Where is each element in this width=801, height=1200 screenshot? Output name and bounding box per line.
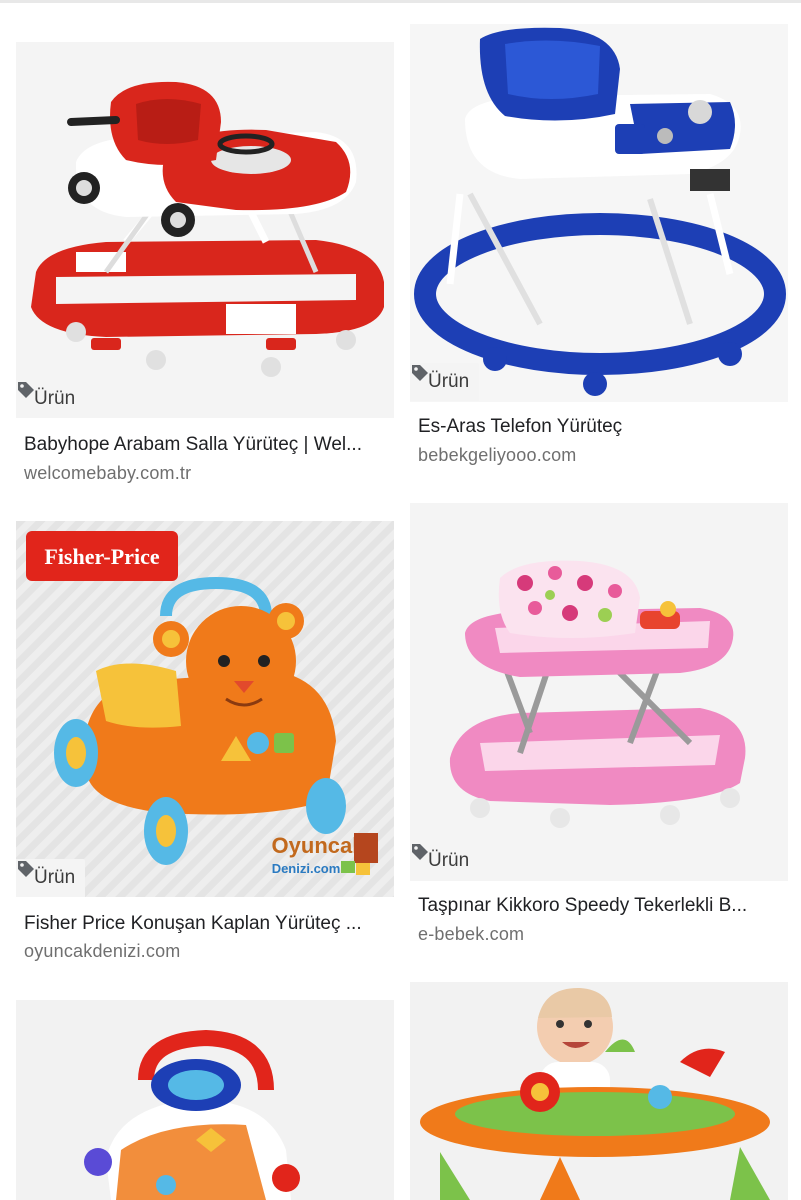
result-card-4[interactable]: Ürün Taşpınar Kikkoro Speedy Tekerlekli …: [410, 503, 788, 953]
result-title[interactable]: Babyhope Arabam Salla Yürüteç | Wel...: [24, 434, 386, 456]
result-source[interactable]: oyuncakdenizi.com: [24, 941, 180, 962]
watermark-text-2: Denizi.com: [272, 861, 341, 876]
product-image-tiger-walker[interactable]: Fisher-Price Oyuncak Denizi.com Ürün: [16, 521, 394, 897]
product-chip: Ürün: [410, 363, 480, 401]
product-image-activity-walker[interactable]: [16, 1000, 394, 1200]
product-image-red-walker[interactable]: Ürün: [16, 42, 394, 418]
product-image-pink-walker[interactable]: Ürün: [410, 503, 788, 881]
logo-text: Fisher-Price: [44, 544, 159, 569]
chip-label: Ürün: [428, 850, 470, 871]
chip-label: Ürün: [34, 867, 76, 888]
product-chip: Ürün: [16, 380, 86, 418]
product-image-blue-walker[interactable]: Ürün: [410, 24, 788, 402]
result-card-3[interactable]: Fisher-Price Oyuncak Denizi.com Ürün Fis…: [16, 521, 394, 971]
result-card-6[interactable]: [410, 982, 788, 1200]
watermark-text-1: Oyuncak: [272, 833, 366, 858]
product-chip: Ürün: [410, 842, 480, 880]
result-title[interactable]: Es-Aras Telefon Yürüteç: [418, 416, 780, 438]
product-image-activity-center[interactable]: [410, 982, 788, 1200]
result-source[interactable]: welcomebaby.com.tr: [24, 463, 191, 484]
result-title[interactable]: Fisher Price Konuşan Kaplan Yürüteç ...: [24, 913, 386, 935]
result-card-1[interactable]: Ürün Babyhope Arabam Salla Yürüteç | Wel…: [16, 42, 394, 492]
result-title[interactable]: Taşpınar Kikkoro Speedy Tekerlekli B...: [418, 895, 780, 917]
chip-label: Ürün: [34, 388, 76, 409]
result-card-2[interactable]: Ürün Es-Aras Telefon Yürüteç bebekgeliyo…: [410, 24, 788, 474]
top-divider: [0, 0, 801, 3]
chip-label: Ürün: [428, 371, 470, 392]
result-card-5[interactable]: [16, 1000, 394, 1200]
result-source[interactable]: e-bebek.com: [418, 924, 524, 945]
product-chip: Ürün: [16, 859, 86, 897]
result-source[interactable]: bebekgeliyooo.com: [418, 445, 577, 466]
